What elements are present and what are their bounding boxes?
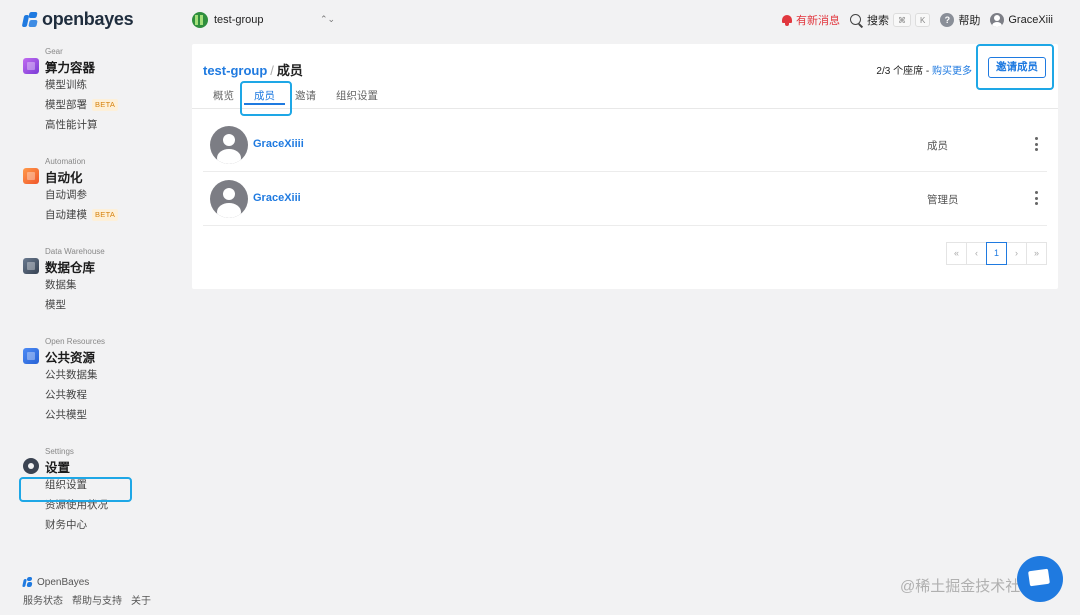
group-name: test-group — [214, 14, 264, 26]
highlight-invite-button — [976, 44, 1054, 90]
footer-link-status[interactable]: 服务状态 — [23, 592, 63, 607]
sidebar-item-auto-modeling[interactable]: 自动建模 BETA — [45, 205, 119, 225]
members-card: test-group / 成员 2/3 个座席 - 购买更多 邀请成员 概览 成员 … — [192, 44, 1058, 289]
page-next-button[interactable]: › — [1006, 242, 1027, 265]
help-button[interactable]: ? 帮助 — [940, 12, 980, 28]
chevron-updown-icon[interactable]: ⌃⌄ — [320, 14, 335, 25]
member-list: GraceXiiii 成员 GraceXiii 管理员 — [203, 118, 1047, 226]
sidebar-footer: OpenBayes 服务状态 帮助与支持 关于 — [22, 575, 151, 607]
tab-org-settings[interactable]: 组织设置 — [326, 87, 388, 105]
settings-gear-icon — [23, 458, 39, 474]
page-first-button[interactable]: « — [946, 242, 967, 265]
section-eyebrow: Settings — [45, 447, 74, 456]
sidebar-item-datasets[interactable]: 数据集 — [45, 275, 105, 295]
brand-name: openbayes — [42, 9, 134, 29]
breadcrumb-group-link[interactable]: test-group — [203, 63, 267, 78]
breadcrumb-separator: / — [270, 63, 274, 78]
watermark: @稀土掘金技术社区 — [900, 578, 1036, 595]
sidebar-section-data-warehouse: Data Warehouse 数据仓库 数据集 模型 — [23, 246, 105, 315]
beta-badge: BETA — [92, 99, 119, 111]
sidebar-section-title-open-resources[interactable]: 公共资源 — [23, 347, 105, 365]
open-resources-icon — [23, 348, 39, 364]
member-name-link[interactable]: GraceXiiii — [253, 138, 304, 150]
automation-icon — [23, 168, 39, 184]
section-eyebrow: Automation — [45, 157, 86, 166]
footer-link-help[interactable]: 帮助与支持 — [72, 592, 122, 607]
user-menu[interactable]: GraceXiii — [990, 13, 1053, 27]
section-eyebrow: Open Resources — [45, 337, 106, 346]
member-row: GraceXiiii 成员 — [203, 118, 1047, 172]
member-avatar-icon — [210, 126, 248, 164]
member-name-link[interactable]: GraceXiii — [253, 192, 301, 204]
sidebar-section-gear: Gear 算力容器 模型训练 模型部署 BETA 高性能计算 — [23, 46, 119, 135]
sidebar-section-title-gear[interactable]: 算力容器 — [23, 57, 118, 75]
shortcut-cmd-key: ⌘ — [893, 13, 912, 27]
footer-link-about[interactable]: 关于 — [131, 592, 151, 607]
tab-divider — [192, 108, 1058, 109]
breadcrumb: test-group / 成员 — [203, 60, 303, 79]
section-eyebrow: Data Warehouse — [45, 247, 105, 256]
bell-icon — [781, 14, 793, 26]
tab-bar: 概览 成员 邀请 组织设置 — [203, 87, 388, 105]
page-title: 成员 — [276, 63, 303, 78]
page-current-button[interactable]: 1 — [986, 242, 1007, 265]
sidebar-section-title-settings[interactable]: 设置 — [23, 457, 108, 475]
user-name: GraceXiii — [1008, 14, 1053, 26]
sidebar-item-public-datasets[interactable]: 公共数据集 — [45, 365, 105, 385]
sidebar-section-title-data-warehouse[interactable]: 数据仓库 — [23, 257, 105, 275]
sidebar-item-hpc[interactable]: 高性能计算 — [45, 115, 118, 135]
buy-more-link[interactable]: 购买更多 — [932, 66, 972, 77]
sidebar-item-model-deploy[interactable]: 模型部署 BETA — [45, 95, 119, 115]
help-icon: ? — [940, 13, 955, 27]
sidebar-item-auto-tuning[interactable]: 自动调参 — [45, 185, 118, 205]
footer-brand: OpenBayes — [22, 575, 151, 589]
sidebar-item-public-models[interactable]: 公共模型 — [45, 405, 105, 425]
section-eyebrow: Gear — [45, 47, 63, 56]
page-last-button[interactable]: » — [1026, 242, 1047, 265]
seats-count: 2/3 个座席 - — [876, 66, 932, 77]
group-switcher[interactable]: test-group — [192, 12, 264, 28]
search-button[interactable]: 搜索 ⌘ K — [850, 12, 931, 28]
topbar-actions: 有新消息 搜索 ⌘ K ? 帮助 GraceXiii — [781, 12, 1053, 28]
sidebar-section-title-automation[interactable]: 自动化 — [23, 167, 118, 185]
openbayes-logo-icon — [21, 11, 38, 28]
member-role: 成员 — [927, 140, 948, 152]
sidebar-item-public-tutorials[interactable]: 公共教程 — [45, 385, 105, 405]
member-row: GraceXiii 管理员 — [203, 172, 1047, 226]
seats-info: 2/3 个座席 - 购买更多 — [876, 62, 972, 77]
tab-overview[interactable]: 概览 — [203, 87, 244, 105]
gear-cube-icon — [23, 58, 39, 74]
member-avatar-icon — [210, 180, 248, 218]
more-options-icon[interactable] — [1035, 137, 1039, 151]
member-role: 管理员 — [927, 194, 959, 206]
pagination: « ‹ 1 › » — [946, 242, 1047, 265]
sidebar-item-models[interactable]: 模型 — [45, 295, 105, 315]
group-avatar — [192, 12, 208, 28]
page-prev-button[interactable]: ‹ — [966, 242, 987, 265]
openbayes-logo[interactable]: openbayes — [21, 9, 134, 30]
sidebar: openbayes Gear 算力容器 模型训练 模型部署 BETA 高性能计算 … — [0, 0, 185, 615]
chat-support-button[interactable] — [1017, 556, 1063, 602]
highlight-members-tab — [240, 81, 292, 116]
notifications-button[interactable]: 有新消息 — [781, 12, 840, 28]
beta-badge: BETA — [92, 209, 119, 221]
sidebar-section-automation: Automation 自动化 自动调参 自动建模 BETA — [23, 156, 119, 225]
highlight-org-settings — [19, 477, 132, 502]
shortcut-k-key: K — [915, 13, 931, 27]
data-warehouse-icon — [23, 258, 39, 274]
user-avatar-icon — [990, 13, 1005, 27]
sidebar-item-finance[interactable]: 财务中心 — [45, 515, 108, 535]
footer-links: 服务状态 帮助与支持 关于 — [23, 592, 151, 607]
openbayes-small-logo-icon — [22, 577, 33, 587]
search-icon — [850, 13, 863, 27]
sidebar-item-model-training[interactable]: 模型训练 — [45, 75, 118, 95]
sidebar-section-open-resources: Open Resources 公共资源 公共数据集 公共教程 公共模型 — [23, 336, 105, 425]
more-options-icon[interactable] — [1035, 191, 1039, 205]
